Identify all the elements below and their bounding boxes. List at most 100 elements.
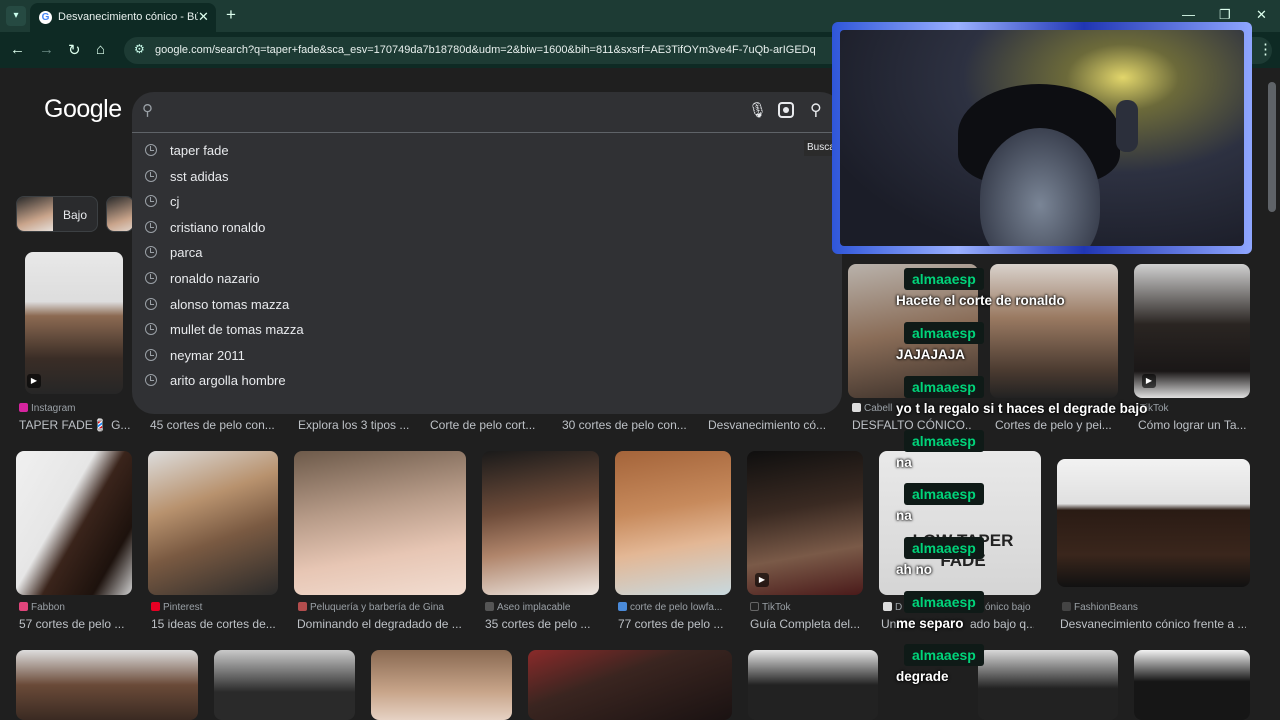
- chat-username: almaaesp: [904, 268, 984, 290]
- webcam-overlay: [832, 22, 1252, 254]
- source-name: Aseo implacable: [497, 602, 571, 613]
- result-caption[interactable]: 35 cortes de pelo ...: [485, 617, 597, 631]
- result-image[interactable]: ▶: [1134, 264, 1250, 398]
- chat-text: me separo: [896, 616, 964, 631]
- source-icon: [19, 602, 28, 611]
- suggestion-item[interactable]: alonso tomas mazza: [132, 292, 842, 318]
- result-image[interactable]: [16, 451, 132, 595]
- chat-text: Hacete el corte de ronaldo: [896, 293, 1065, 308]
- suggestion-item[interactable]: sst adidas: [132, 164, 842, 190]
- result-caption[interactable]: Cómo lograr un Ta...: [1138, 418, 1250, 432]
- result-image[interactable]: [371, 650, 512, 720]
- play-icon: ▶: [755, 573, 769, 587]
- search-input[interactable]: [168, 100, 728, 122]
- close-window-icon[interactable]: ✕: [1256, 7, 1267, 23]
- suggestion-item[interactable]: neymar 2011: [132, 343, 842, 369]
- back-icon[interactable]: ←: [10, 41, 25, 58]
- result-caption[interactable]: Desvanecimiento có...: [708, 418, 828, 432]
- result-image[interactable]: [294, 451, 466, 595]
- chat-message: almaaesp ah no: [896, 537, 984, 577]
- suggestion-item[interactable]: cj: [132, 189, 842, 215]
- result-caption[interactable]: Dominando el degradado de ...: [297, 617, 467, 631]
- result-image[interactable]: [528, 650, 732, 720]
- active-tab[interactable]: G Desvanecimiento cónico - Búsq ✕: [30, 3, 216, 32]
- suggestion-item[interactable]: ronaldo nazario: [132, 266, 842, 292]
- result-caption[interactable]: 15 ideas de cortes de...: [151, 617, 277, 631]
- result-caption[interactable]: TAPER FADE💈 G...: [19, 418, 131, 432]
- result-source: Cabell: [852, 403, 892, 414]
- chat-message: almaaesp yo t la regalo si t haces el deg…: [896, 376, 1147, 416]
- tab-title: Desvanecimiento cónico - Búsq: [58, 11, 198, 23]
- result-source: Peluquería y barbería de Gina: [298, 602, 468, 613]
- search-box[interactable]: ⚲ 🎙 ⚲ taper fade sst adidas cj cristiano…: [132, 92, 842, 414]
- chat-text: ah no: [896, 562, 932, 577]
- result-image[interactable]: [978, 650, 1118, 720]
- result-source: TikTok: [750, 602, 862, 613]
- result-caption[interactable]: 45 cortes de pelo con...: [150, 418, 278, 432]
- chip-bajo[interactable]: Bajo: [16, 196, 98, 232]
- source-name: Cabell: [864, 403, 892, 414]
- result-caption[interactable]: 57 cortes de pelo ...: [19, 617, 131, 631]
- chat-text: na: [896, 455, 912, 470]
- suggestion-text: neymar 2011: [170, 347, 245, 363]
- result-source: ónico bajo: [985, 602, 1045, 613]
- suggestion-item[interactable]: cristiano ronaldo: [132, 215, 842, 241]
- suggestion-list: taper fade sst adidas cj cristiano ronal…: [132, 138, 842, 394]
- source-icon: [852, 403, 861, 412]
- source-name: Instagram: [31, 403, 76, 414]
- page-scrollbar[interactable]: [1268, 82, 1276, 212]
- result-image[interactable]: [16, 650, 198, 720]
- menu-icon[interactable]: ⋮: [1258, 40, 1273, 58]
- new-tab-button[interactable]: +: [226, 5, 236, 25]
- suggestion-item[interactable]: mullet de tomas mazza: [132, 317, 842, 343]
- reload-icon[interactable]: ↻: [68, 41, 81, 59]
- result-caption[interactable]: Desvanecimiento cónico frente a ...: [1060, 617, 1246, 631]
- history-icon: [145, 271, 157, 284]
- chat-message: almaaesp na: [896, 430, 984, 470]
- result-image[interactable]: [1134, 650, 1250, 720]
- suggestion-item[interactable]: parca: [132, 240, 842, 266]
- play-icon: ▶: [27, 374, 41, 388]
- source-name: Fabbon: [31, 602, 65, 613]
- microphone-icon[interactable]: 🎙: [748, 101, 767, 119]
- result-caption[interactable]: Explora los 3 tipos ...: [298, 418, 410, 432]
- result-image[interactable]: [1057, 459, 1250, 587]
- result-caption[interactable]: Corte de pelo cort...: [430, 418, 542, 432]
- result-image[interactable]: ▶: [747, 451, 863, 595]
- suggestion-item[interactable]: arito argolla hombre: [132, 368, 842, 394]
- history-icon: [145, 323, 157, 336]
- result-source: FashionBeans: [1062, 602, 1182, 613]
- result-caption[interactable]: 30 cortes de pelo con...: [562, 418, 690, 432]
- result-image[interactable]: [148, 451, 278, 595]
- result-image[interactable]: [482, 451, 599, 595]
- suggestion-item[interactable]: taper fade: [132, 138, 842, 164]
- chat-username: almaaesp: [904, 322, 984, 344]
- close-tab-icon[interactable]: ✕: [198, 9, 209, 25]
- search-submit-icon[interactable]: ⚲: [810, 100, 822, 120]
- site-info-icon[interactable]: ⚙: [134, 42, 145, 56]
- tiktok-icon: [750, 602, 759, 611]
- chat-message: almaaesp me separo: [896, 591, 984, 631]
- chat-username: almaaesp: [904, 537, 984, 559]
- maximize-icon[interactable]: ❐: [1219, 7, 1231, 23]
- result-source: Aseo implacable: [485, 602, 597, 613]
- result-image[interactable]: ▶: [25, 252, 123, 394]
- result-caption[interactable]: Cortes de pelo y pei...: [995, 418, 1113, 432]
- result-caption[interactable]: Guía Completa del...: [750, 617, 862, 631]
- result-image[interactable]: [214, 650, 355, 720]
- forward-icon[interactable]: →: [39, 41, 54, 58]
- home-icon[interactable]: ⌂: [96, 41, 105, 58]
- result-source: Fabbon: [19, 602, 129, 613]
- google-logo[interactable]: Google: [44, 95, 122, 124]
- result-image[interactable]: [615, 451, 731, 595]
- webcam-feed: [840, 30, 1244, 246]
- tab-search-button[interactable]: ▾: [6, 6, 26, 26]
- result-caption[interactable]: 77 cortes de pelo ...: [618, 617, 730, 631]
- camera-search-icon[interactable]: [778, 102, 794, 118]
- result-image[interactable]: [748, 650, 878, 720]
- source-icon: [298, 602, 307, 611]
- chip-thumbnail: [17, 197, 53, 231]
- chip-next[interactable]: [106, 196, 134, 232]
- minimize-icon[interactable]: —: [1182, 7, 1195, 22]
- source-name: ónico bajo: [985, 602, 1031, 613]
